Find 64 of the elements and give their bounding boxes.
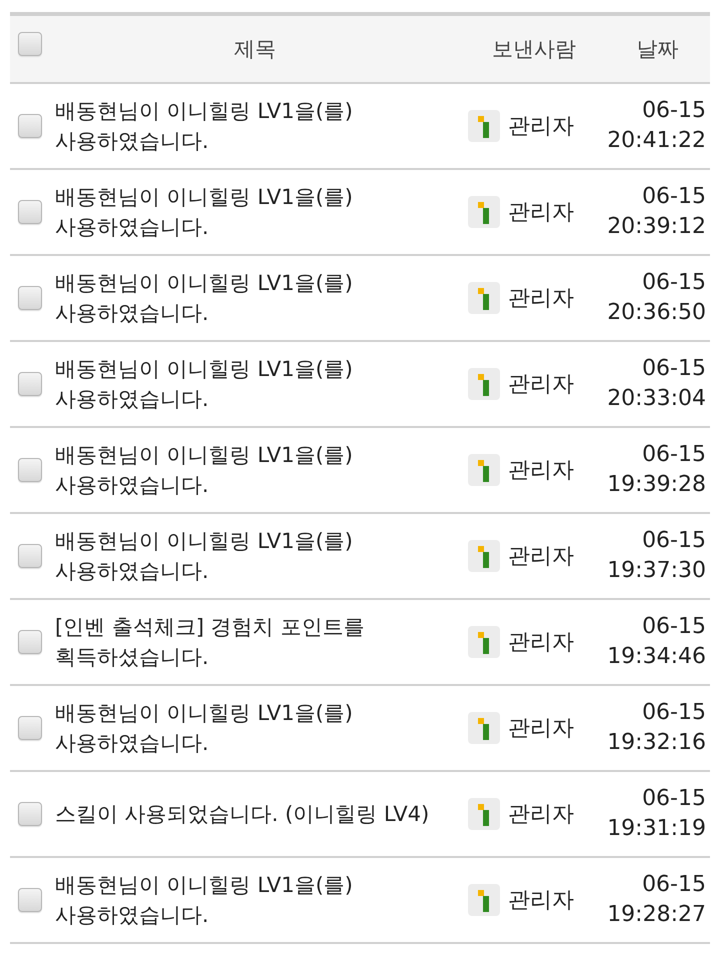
level-icon (468, 626, 500, 658)
message-subject[interactable]: 배동현님이 이니힐링 LV1을(를) 사용하였습니다. (55, 268, 455, 328)
checkbox[interactable] (18, 630, 42, 654)
time-text: 19:34:46 (607, 643, 706, 671)
sender-name: 관리자 (508, 113, 574, 141)
checkbox[interactable] (18, 888, 42, 912)
sender-name: 관리자 (508, 285, 574, 313)
level-icon (468, 110, 500, 142)
date-text: 06-15 (642, 785, 706, 813)
sender-name: 관리자 (508, 457, 574, 485)
message-subject[interactable]: 배동현님이 이니힐링 LV1을(를) 사용하였습니다. (55, 354, 455, 414)
time-text: 19:39:28 (607, 471, 706, 499)
message-subject[interactable]: 배동현님이 이니힐링 LV1을(를) 사용하였습니다. (55, 96, 455, 156)
checkbox[interactable] (18, 458, 42, 482)
message-subject[interactable]: 배동현님이 이니힐링 LV1을(를) 사용하였습니다. (55, 526, 455, 586)
date-text: 06-15 (642, 613, 706, 641)
checkbox[interactable] (18, 716, 42, 740)
message-subject[interactable]: 배동현님이 이니힐링 LV1을(를) 사용하였습니다. (55, 698, 455, 758)
time-text: 20:33:04 (607, 385, 706, 413)
date-text: 06-15 (642, 871, 706, 899)
checkbox[interactable] (18, 32, 42, 56)
level-icon (468, 712, 500, 744)
sender-name: 관리자 (508, 543, 574, 571)
date-text: 06-15 (642, 183, 706, 211)
sender-name: 관리자 (508, 629, 574, 657)
sender-name: 관리자 (508, 887, 574, 915)
level-icon (468, 798, 500, 830)
checkbox[interactable] (18, 114, 42, 138)
level-icon (468, 884, 500, 916)
time-text: 20:41:22 (607, 127, 706, 155)
checkbox[interactable] (18, 286, 42, 310)
checkbox[interactable] (18, 802, 42, 826)
message-subject[interactable]: 배동현님이 이니힐링 LV1을(를) 사용하였습니다. (55, 182, 455, 242)
time-text: 19:28:27 (607, 901, 706, 929)
sender-name: 관리자 (508, 715, 574, 743)
column-header: 보낸사람 (491, 36, 577, 63)
message-subject[interactable]: [인벤 출석체크] 경험치 포인트를 획득하셨습니다. (55, 612, 455, 672)
level-icon (468, 368, 500, 400)
date-text: 06-15 (642, 269, 706, 297)
checkbox[interactable] (18, 200, 42, 224)
time-text: 19:31:19 (607, 815, 706, 843)
message-subject[interactable]: 배동현님이 이니힐링 LV1을(를) 사용하였습니다. (55, 870, 455, 930)
level-icon (468, 454, 500, 486)
time-text: 19:37:30 (607, 557, 706, 585)
level-icon (468, 196, 500, 228)
sender-name: 관리자 (508, 801, 574, 829)
checkbox[interactable] (18, 372, 42, 396)
column-header: 제목 (233, 36, 277, 63)
date-text: 06-15 (642, 97, 706, 125)
level-icon (468, 540, 500, 572)
time-text: 20:36:50 (607, 299, 706, 327)
sender-name: 관리자 (508, 199, 574, 227)
time-text: 19:32:16 (607, 729, 706, 757)
date-text: 06-15 (642, 441, 706, 469)
column-header: 날짜 (636, 36, 680, 63)
date-text: 06-15 (642, 527, 706, 555)
sender-name: 관리자 (508, 371, 574, 399)
date-text: 06-15 (642, 699, 706, 727)
date-text: 06-15 (642, 355, 706, 383)
time-text: 20:39:12 (607, 213, 706, 241)
message-subject[interactable]: 스킬이 사용되었습니다. (이니힐링 LV4) (55, 799, 455, 829)
message-subject[interactable]: 배동현님이 이니힐링 LV1을(를) 사용하였습니다. (55, 440, 455, 500)
level-icon (468, 282, 500, 314)
checkbox[interactable] (18, 544, 42, 568)
